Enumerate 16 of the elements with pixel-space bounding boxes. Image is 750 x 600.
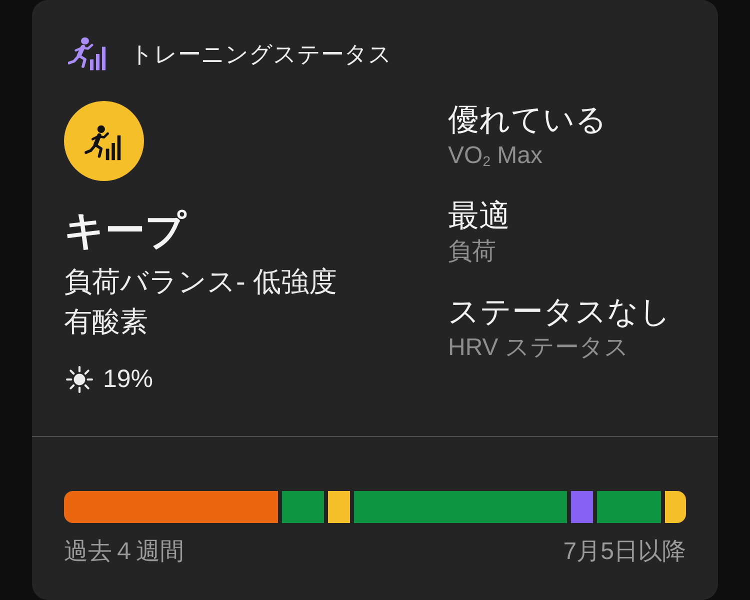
period-start-label: 過去４週間	[64, 537, 184, 567]
metric-label: 負荷	[448, 237, 497, 267]
status-detail: 有酸素	[64, 305, 149, 339]
runner-bars-icon	[68, 36, 108, 72]
period-end-label: 7月5日以降	[563, 537, 686, 567]
metric-label: VO$_{2}$ Max	[448, 141, 544, 171]
metric-label: HRV ステータス	[448, 333, 630, 363]
change-percent: 19%	[103, 364, 154, 394]
status-detail: 負荷バランス- 低強度	[64, 265, 338, 299]
sun-icon	[66, 366, 93, 392]
runner-bars-badge-icon	[64, 101, 144, 181]
metric-value: 優れている	[448, 101, 608, 139]
status-label: キープ	[64, 208, 188, 255]
metric-value: ステータスなし	[448, 293, 672, 331]
metric-value: 最適	[448, 197, 511, 235]
card-title: トレーニングステータス	[130, 40, 392, 69]
